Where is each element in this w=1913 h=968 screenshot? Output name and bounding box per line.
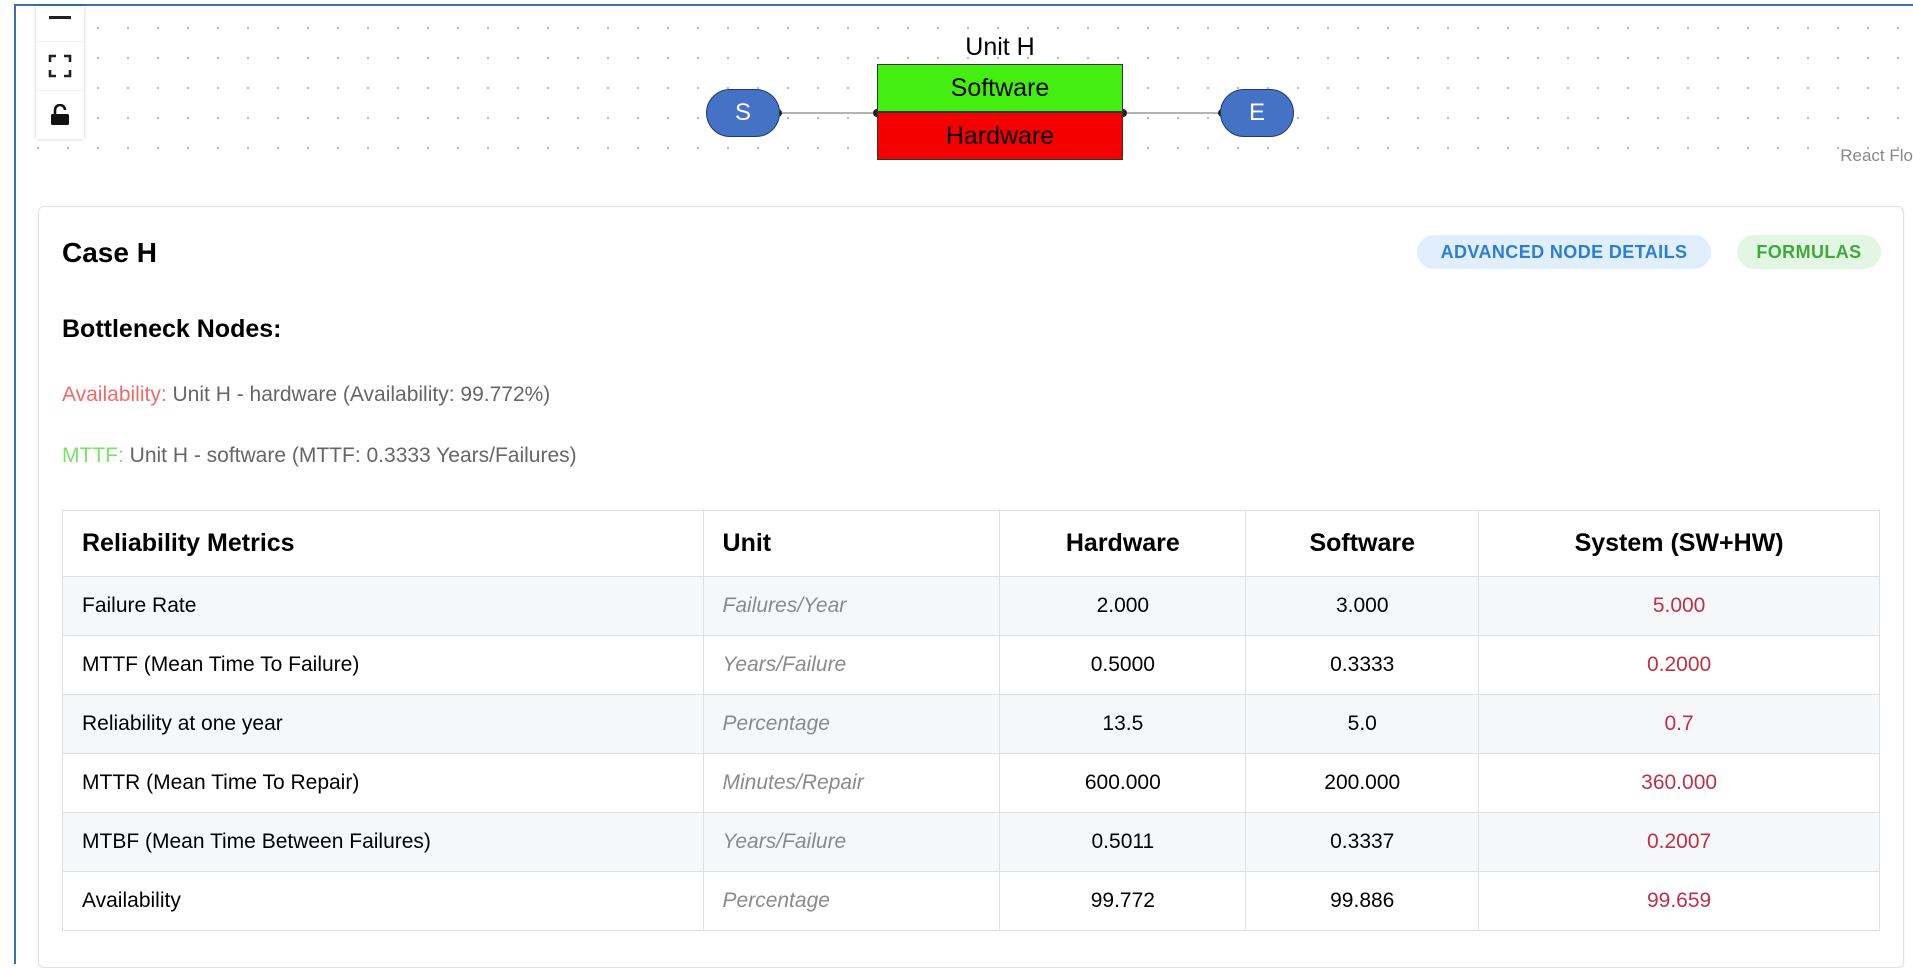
availability-value: Unit H - hardware (Availability: 99.772%…	[172, 383, 551, 406]
hardware-node[interactable]: Hardware	[877, 112, 1123, 160]
case-panel: Case H ADVANCED NODE DETAILS FORMULAS Bo…	[38, 206, 1904, 968]
metric-cell: Reliability at one year	[62, 694, 704, 754]
react-flow-attribution[interactable]: React Flo	[1840, 146, 1913, 166]
minus-icon	[49, 16, 71, 19]
unit-cell: Years/Failure	[702, 635, 1001, 695]
metric-cell: MTTF (Mean Time To Failure)	[62, 635, 704, 695]
hardware-cell: 99.772	[999, 871, 1247, 931]
mttf-key: MTTF:	[62, 444, 124, 467]
zoom-out-button[interactable]	[36, 6, 84, 42]
mttf-value: Unit H - software (MTTF: 0.3333 Years/Fa…	[129, 444, 577, 467]
hardware-cell: 13.5	[999, 694, 1247, 754]
bottleneck-availability: Availability: Unit H - hardware (Availab…	[62, 383, 550, 407]
metric-cell: MTBF (Mean Time Between Failures)	[62, 812, 704, 872]
metric-cell: Availability	[62, 871, 704, 931]
header-unit: Unit	[702, 510, 1001, 577]
unit-cell: Percentage	[702, 694, 1001, 754]
software-cell: 0.3337	[1245, 812, 1480, 872]
start-node[interactable]: S	[706, 89, 780, 137]
availability-key: Availability:	[62, 383, 167, 406]
hardware-cell: 0.5011	[999, 812, 1247, 872]
metric-cell: MTTR (Mean Time To Repair)	[62, 753, 704, 813]
advanced-node-details-button[interactable]: ADVANCED NODE DETAILS	[1417, 235, 1711, 269]
unit-cell: Percentage	[702, 871, 1001, 931]
system-cell: 0.2007	[1478, 812, 1880, 872]
table-row: MTTF (Mean Time To Failure) Years/Failur…	[62, 635, 1880, 695]
hardware-cell: 2.000	[999, 576, 1247, 636]
header-metric: Reliability Metrics	[62, 510, 704, 577]
hardware-cell: 600.000	[999, 753, 1247, 813]
bottleneck-mttf: MTTF: Unit H - software (MTTF: 0.3333 Ye…	[62, 444, 577, 468]
lock-toggle-button[interactable]	[36, 91, 84, 139]
system-cell: 0.7	[1478, 694, 1880, 754]
software-cell: 200.000	[1245, 753, 1480, 813]
table-row: Availability Percentage 99.772 99.886 99…	[62, 871, 1880, 931]
end-node[interactable]: E	[1220, 89, 1294, 137]
reliability-metrics-table: Reliability Metrics Unit Hardware Softwa…	[62, 510, 1880, 931]
formulas-button[interactable]: FORMULAS	[1737, 235, 1881, 269]
software-cell: 99.886	[1245, 871, 1480, 931]
header-hardware: Hardware	[999, 510, 1247, 577]
metric-cell: Failure Rate	[62, 576, 704, 636]
table-header-row: Reliability Metrics Unit Hardware Softwa…	[62, 510, 1880, 577]
system-cell: 360.000	[1478, 753, 1880, 813]
software-cell: 0.3333	[1245, 635, 1480, 695]
unlock-icon	[51, 104, 69, 125]
fit-view-icon	[48, 54, 72, 78]
software-node[interactable]: Software	[877, 64, 1123, 112]
table-row: MTBF (Mean Time Between Failures) Years/…	[62, 812, 1880, 872]
software-cell: 3.000	[1245, 576, 1480, 636]
system-cell: 99.659	[1478, 871, 1880, 931]
bottleneck-title: Bottleneck Nodes:	[62, 315, 282, 343]
table-row: MTTR (Mean Time To Repair) Minutes/Repai…	[62, 753, 1880, 813]
fit-view-button[interactable]	[36, 42, 84, 91]
software-cell: 5.0	[1245, 694, 1480, 754]
system-cell: 0.2000	[1478, 635, 1880, 695]
flow-controls	[36, 6, 84, 139]
table-row: Failure Rate Failures/Year 2.000 3.000 5…	[62, 576, 1880, 636]
unit-cell: Years/Failure	[702, 812, 1001, 872]
system-cell: 5.000	[1478, 576, 1880, 636]
case-title: Case H	[62, 237, 157, 268]
hardware-cell: 0.5000	[999, 635, 1247, 695]
table-row: Reliability at one year Percentage 13.5 …	[62, 694, 1880, 754]
unit-node-title: Unit H	[965, 33, 1035, 61]
header-system: System (SW+HW)	[1478, 510, 1880, 577]
unit-cell: Minutes/Repair	[702, 753, 1001, 813]
unit-cell: Failures/Year	[702, 576, 1001, 636]
header-software: Software	[1245, 510, 1480, 577]
